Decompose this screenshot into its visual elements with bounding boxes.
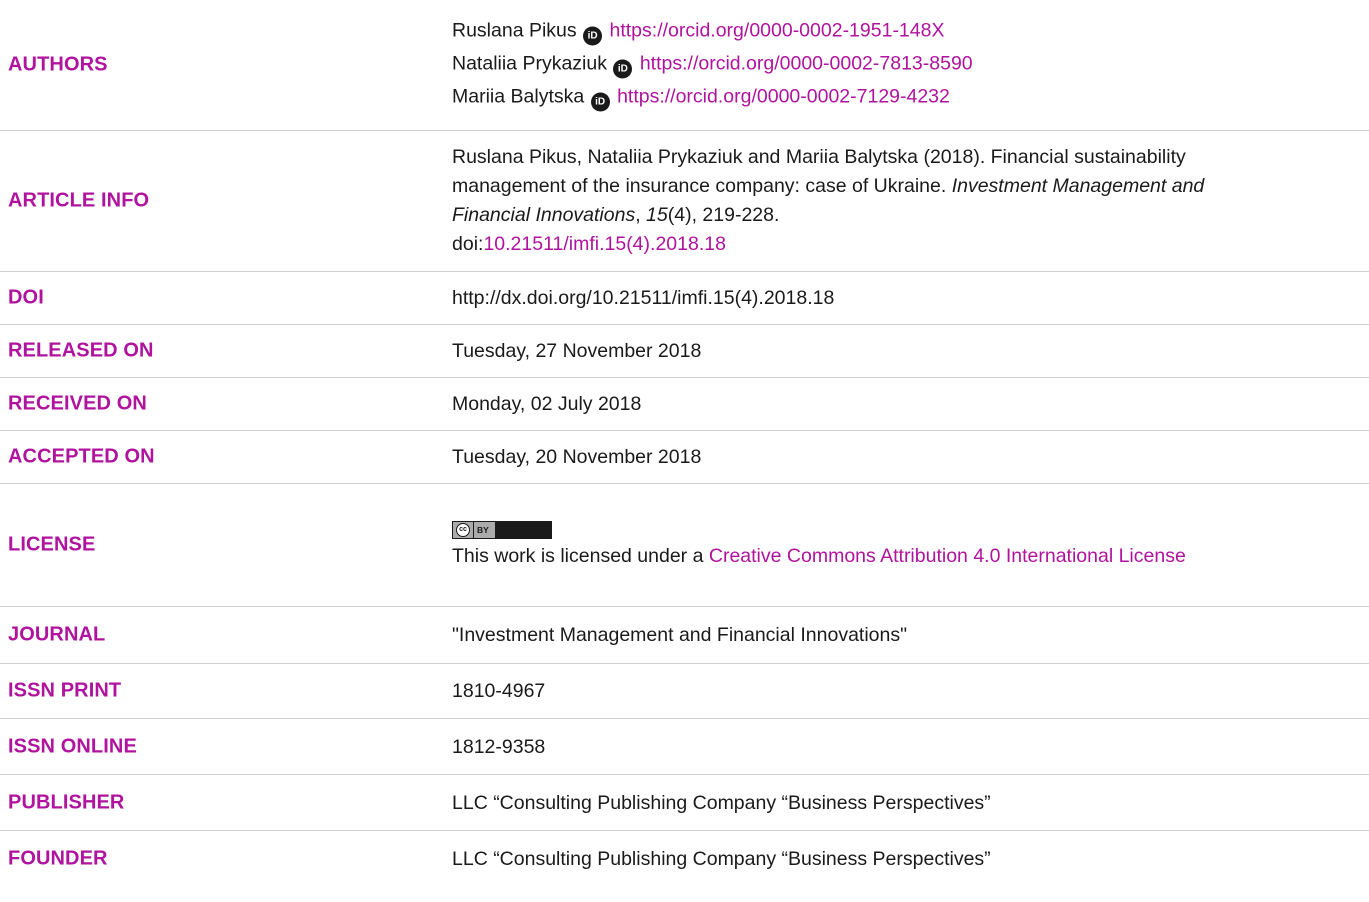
author-name: Ruslana Pikus <box>452 19 577 42</box>
row-accepted: ACCEPTED ON Tuesday, 20 November 2018 <box>0 431 1369 484</box>
journal-label: JOURNAL <box>8 623 106 646</box>
authors-label: AUTHORS <box>8 53 108 76</box>
row-journal: JOURNAL "Investment Management and Finan… <box>0 607 1369 664</box>
row-authors: AUTHORS Ruslana Pikus iD https://orcid.o… <box>0 0 1369 131</box>
license-link[interactable]: Creative Commons Attribution 4.0 Interna… <box>709 545 1186 567</box>
cc-icon: cc <box>456 523 470 538</box>
orcid-icon: iD <box>590 92 610 112</box>
issn-print-value: 1810-4967 <box>452 680 546 702</box>
row-received: RECEIVED ON Monday, 02 July 2018 <box>0 378 1369 431</box>
publisher-value: LLC “Consulting Publishing Company “Busi… <box>452 791 991 814</box>
article-info-label: ARTICLE INFO <box>8 189 150 212</box>
article-info-sheet: AUTHORS Ruslana Pikus iD https://orcid.o… <box>0 0 1369 902</box>
accepted-label: ACCEPTED ON <box>8 445 155 468</box>
license-text: This work is licensed under a <box>452 545 709 568</box>
author-name: Nataliia Prykaziuk <box>452 52 607 75</box>
released-value: Tuesday, 27 November 2018 <box>452 340 702 362</box>
founder-value: LLC “Consulting Publishing Company “Busi… <box>452 848 991 870</box>
issn-online-value: 1812-9358 <box>452 735 546 758</box>
author-entry: Ruslana Pikus iD https://orcid.org/0000-… <box>452 14 1359 47</box>
cc-by-badge[interactable]: cc BY <box>452 521 1359 542</box>
accepted-value: Tuesday, 20 November 2018 <box>452 446 702 468</box>
author-entry: Nataliia Prykaziuk iD https://orcid.org/… <box>452 47 1359 80</box>
citation-doi-prefix: doi: <box>452 233 484 255</box>
received-value: Monday, 02 July 2018 <box>452 393 642 415</box>
license-block: cc BY This work is licensed under a Crea… <box>452 521 1359 571</box>
citation-volume: 15 <box>646 204 668 226</box>
row-license: LICENSE cc BY This work is licensed unde… <box>0 484 1369 607</box>
row-issn-online: ISSN ONLINE 1812-9358 <box>0 719 1369 775</box>
issn-print-label: ISSN PRINT <box>8 679 122 702</box>
orcid-icon: iD <box>583 26 603 46</box>
authors-list: Ruslana Pikus iD https://orcid.org/0000-… <box>452 14 1359 113</box>
publisher-label: PUBLISHER <box>8 791 125 813</box>
row-issn-print: ISSN PRINT 1810-4967 <box>0 664 1369 719</box>
orcid-icon: iD <box>613 59 633 79</box>
orcid-link[interactable]: https://orcid.org/0000-0002-7129-4232 <box>617 85 950 107</box>
citation-doi-link[interactable]: 10.21511/imfi.15(4).2018.18 <box>483 233 725 255</box>
row-publisher: PUBLISHER LLC “Consulting Publishing Com… <box>0 775 1369 831</box>
doi-label: DOI <box>8 286 44 309</box>
license-label: LICENSE <box>8 533 96 556</box>
founder-label: FOUNDER <box>8 847 108 870</box>
row-article-info: ARTICLE INFO Ruslana Pikus, Nataliia Pry… <box>0 131 1369 272</box>
doi-value: http://dx.doi.org/10.21511/imfi.15(4).20… <box>452 287 835 309</box>
row-doi: DOI http://dx.doi.org/10.21511/imfi.15(4… <box>0 272 1369 325</box>
row-released: RELEASED ON Tuesday, 27 November 2018 <box>0 325 1369 378</box>
author-entry: Mariia Balytska iD https://orcid.org/000… <box>452 80 1359 113</box>
received-label: RECEIVED ON <box>8 392 147 415</box>
released-label: RELEASED ON <box>8 339 154 362</box>
article-citation: Ruslana Pikus, Nataliia Prykaziuk and Ma… <box>452 143 1274 259</box>
by-icon: BY <box>473 522 495 539</box>
citation-separator: , <box>635 204 647 226</box>
journal-value: "Investment Management and Financial Inn… <box>452 624 908 646</box>
citation-issue-pages: (4), 219-228. <box>667 204 780 226</box>
orcid-link[interactable]: https://orcid.org/0000-0002-1951-148X <box>610 19 945 41</box>
author-name: Mariia Balytska <box>452 85 585 108</box>
orcid-link[interactable]: https://orcid.org/0000-0002-7813-8590 <box>640 52 973 74</box>
row-founder: FOUNDER LLC “Consulting Publishing Compa… <box>0 831 1369 887</box>
issn-online-label: ISSN ONLINE <box>8 735 137 757</box>
